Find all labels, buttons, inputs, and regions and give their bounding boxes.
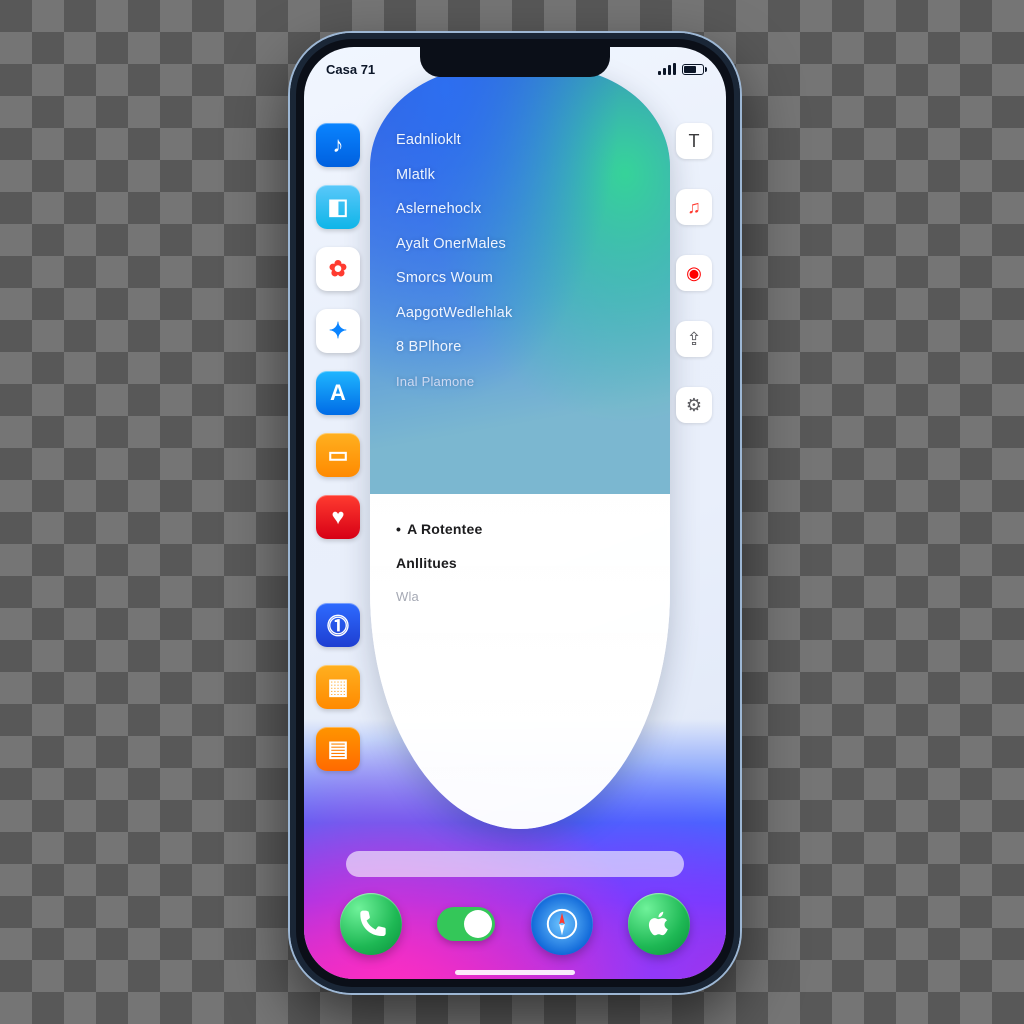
- safari-app-icon[interactable]: ✦: [316, 309, 360, 353]
- files-app-icon[interactable]: ◧: [316, 185, 360, 229]
- suggestions-top-section: EadnliokltMlatlkAslernehoclxAyalt OnerMa…: [370, 67, 670, 494]
- appstore-app-icon[interactable]: A: [316, 371, 360, 415]
- notes-app-icon[interactable]: ▭: [316, 433, 360, 477]
- text-tool-icon[interactable]: T: [676, 123, 712, 159]
- phone-screen: Casa 71 ♪ ◧ ✿ ✦ A ▭ ♥ ⓵ ▦ ▤ T ♫ ◉ ⇪ ⚙ EadnliokltMlatl…: [304, 47, 726, 979]
- suggestion-item[interactable]: AapgotWedlehlak: [396, 296, 670, 331]
- signal-icon: [658, 63, 676, 75]
- record-icon[interactable]: ◉: [676, 255, 712, 291]
- music-widget-icon[interactable]: ♫: [676, 189, 712, 225]
- suggestion-item[interactable]: 8 BPlhore: [396, 330, 670, 365]
- health-app-icon[interactable]: ♥: [316, 495, 360, 539]
- home-indicator[interactable]: [455, 970, 575, 975]
- right-widget-rail: T ♫ ◉ ⇪ ⚙: [676, 123, 714, 423]
- left-app-rail: ♪ ◧ ✿ ✦ A ▭ ♥ ⓵ ▦ ▤: [316, 123, 360, 771]
- phone-app-icon[interactable]: [340, 893, 402, 955]
- apple-app-icon[interactable]: [628, 893, 690, 955]
- suggestion-item[interactable]: Ayalt OnerMales: [396, 227, 670, 262]
- suggestion-item[interactable]: Aslernehoclx: [396, 192, 670, 227]
- fitness-app-icon[interactable]: ⓵: [316, 603, 360, 647]
- suggestion-item[interactable]: Eadnlioklt: [396, 123, 670, 158]
- phone-frame: Casa 71 ♪ ◧ ✿ ✦ A ▭ ♥ ⓵ ▦ ▤ T ♫ ◉ ⇪ ⚙ EadnliokltMlatl…: [290, 33, 740, 993]
- suggestions-card: EadnliokltMlatlkAslernehoclxAyalt OnerMa…: [370, 67, 670, 829]
- notch: [420, 47, 610, 77]
- toggle-switch[interactable]: [437, 907, 495, 941]
- battery-icon: [682, 64, 704, 75]
- music-app-icon[interactable]: ♪: [316, 123, 360, 167]
- dock: [322, 883, 708, 965]
- settings-icon[interactable]: ⚙: [676, 387, 712, 423]
- share-icon[interactable]: ⇪: [676, 321, 712, 357]
- suggestion-item[interactable]: Inal Plamone: [396, 365, 670, 398]
- suggestion-item[interactable]: Wla: [396, 580, 670, 613]
- suggestion-item[interactable]: A Rotentee: [396, 512, 670, 546]
- status-time: Casa 71: [326, 62, 375, 77]
- calendar-app-icon[interactable]: ▦: [316, 665, 360, 709]
- suggestion-item[interactable]: Mlatlk: [396, 158, 670, 193]
- spotlight-search-bar[interactable]: [346, 851, 684, 877]
- safari-dock-icon[interactable]: [531, 893, 593, 955]
- photos-app-icon[interactable]: ✿: [316, 247, 360, 291]
- suggestion-item[interactable]: Smorcs Woum: [396, 261, 670, 296]
- books-app-icon[interactable]: ▤: [316, 727, 360, 771]
- suggestion-item[interactable]: Anllitues: [396, 546, 670, 580]
